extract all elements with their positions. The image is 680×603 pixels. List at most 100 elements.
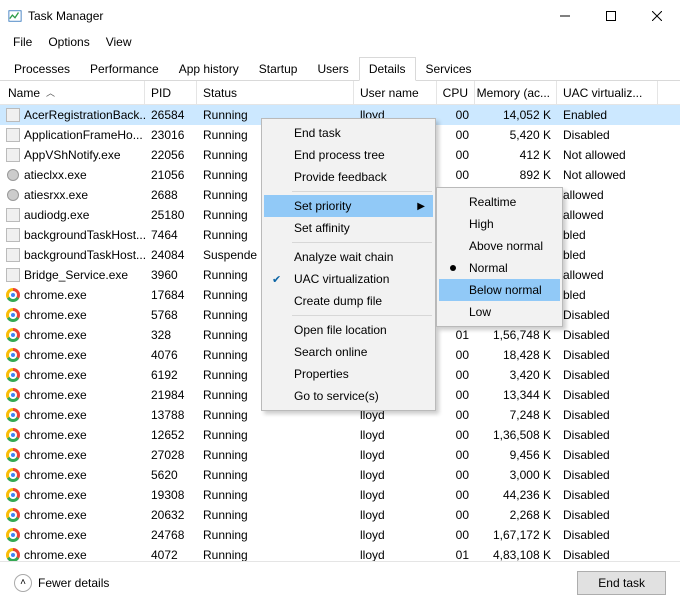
footer-bar: ˄ Fewer details End task: [0, 561, 680, 603]
tab-services[interactable]: Services: [416, 57, 482, 81]
fewer-details-button[interactable]: ˄ Fewer details: [14, 574, 109, 592]
tab-app-history[interactable]: App history: [169, 57, 249, 81]
end-task-button[interactable]: End task: [577, 571, 666, 595]
process-cpu: 00: [437, 468, 475, 482]
process-icon: [6, 228, 20, 242]
process-name: chrome.exe: [24, 428, 87, 442]
col-pid[interactable]: PID: [145, 81, 197, 104]
col-name[interactable]: Name︿: [0, 81, 145, 104]
priority-above-normal[interactable]: Above normal: [439, 235, 560, 257]
process-user: lloyd: [354, 428, 437, 442]
process-status: Running: [197, 528, 354, 542]
ctx-properties[interactable]: Properties: [264, 363, 433, 385]
process-uac: Disabled: [557, 128, 658, 142]
process-icon: [6, 108, 20, 122]
process-pid: 20632: [145, 508, 197, 522]
process-cpu: 00: [437, 448, 475, 462]
priority-normal[interactable]: Normal: [439, 257, 560, 279]
process-pid: 17684: [145, 288, 197, 302]
priority-low[interactable]: Low: [439, 301, 560, 323]
separator: [292, 191, 432, 192]
ctx-end-process-tree[interactable]: End process tree: [264, 144, 433, 166]
col-status[interactable]: Status: [197, 81, 354, 104]
process-name: chrome.exe: [24, 408, 87, 422]
process-memory: 2,268 K: [475, 508, 557, 522]
ctx-create-dump-file[interactable]: Create dump file: [264, 290, 433, 312]
process-name: chrome.exe: [24, 488, 87, 502]
tab-performance[interactable]: Performance: [80, 57, 169, 81]
col-memory[interactable]: Memory (ac...: [475, 81, 557, 104]
tab-users[interactable]: Users: [307, 57, 358, 81]
process-status: Running: [197, 548, 354, 562]
process-pid: 4076: [145, 348, 197, 362]
process-row[interactable]: chrome.exe24768Runninglloyd001,67,172 KD…: [0, 525, 680, 545]
tab-startup[interactable]: Startup: [249, 57, 308, 81]
process-pid: 5768: [145, 308, 197, 322]
process-name: chrome.exe: [24, 368, 87, 382]
process-icon: [6, 168, 20, 182]
submenu-arrow-icon: ▶: [417, 201, 425, 212]
process-pid: 12652: [145, 428, 197, 442]
process-cpu: 00: [437, 528, 475, 542]
process-user: lloyd: [354, 528, 437, 542]
process-row[interactable]: chrome.exe5620Runninglloyd003,000 KDisab…: [0, 465, 680, 485]
process-memory: 3,000 K: [475, 468, 557, 482]
ctx-provide-feedback[interactable]: Provide feedback: [264, 166, 433, 188]
process-icon: [6, 368, 20, 382]
process-pid: 25180: [145, 208, 197, 222]
priority-below-normal[interactable]: Below normal: [439, 279, 560, 301]
process-name: chrome.exe: [24, 388, 87, 402]
process-status: Running: [197, 448, 354, 462]
priority-realtime[interactable]: Realtime: [439, 191, 560, 213]
process-pid: 13788: [145, 408, 197, 422]
ctx-uac-virtualization[interactable]: ✔UAC virtualization: [264, 268, 433, 290]
process-pid: 19308: [145, 488, 197, 502]
process-user: lloyd: [354, 448, 437, 462]
process-row[interactable]: chrome.exe20632Runninglloyd002,268 KDisa…: [0, 505, 680, 525]
process-user: lloyd: [354, 548, 437, 562]
process-pid: 27028: [145, 448, 197, 462]
separator: [292, 315, 432, 316]
process-row[interactable]: chrome.exe12652Runninglloyd001,36,508 KD…: [0, 425, 680, 445]
menu-bar: File Options View: [0, 31, 680, 52]
tab-details[interactable]: Details: [359, 57, 416, 81]
ctx-go-to-services[interactable]: Go to service(s): [264, 385, 433, 407]
process-uac: Disabled: [557, 488, 658, 502]
process-row[interactable]: chrome.exe19308Runninglloyd0044,236 KDis…: [0, 485, 680, 505]
ctx-set-affinity[interactable]: Set affinity: [264, 217, 433, 239]
process-icon: [6, 288, 20, 302]
ctx-search-online[interactable]: Search online: [264, 341, 433, 363]
maximize-button[interactable]: [588, 0, 634, 31]
col-cpu[interactable]: CPU: [437, 81, 475, 104]
process-uac: allowed: [557, 188, 658, 202]
menu-options[interactable]: Options: [41, 33, 96, 51]
ctx-open-file-location[interactable]: Open file location: [264, 319, 433, 341]
process-memory: 18,428 K: [475, 348, 557, 362]
process-status: Running: [197, 468, 354, 482]
process-name: chrome.exe: [24, 548, 87, 562]
col-uac[interactable]: UAC virtualiz...: [557, 81, 658, 104]
process-name: chrome.exe: [24, 328, 87, 342]
process-memory: 7,248 K: [475, 408, 557, 422]
process-icon: [6, 188, 20, 202]
process-row[interactable]: chrome.exe4072Runninglloyd014,83,108 KDi…: [0, 545, 680, 562]
process-cpu: 00: [437, 428, 475, 442]
priority-high[interactable]: High: [439, 213, 560, 235]
minimize-button[interactable]: [542, 0, 588, 31]
process-name: backgroundTaskHost...: [24, 248, 145, 262]
col-username[interactable]: User name: [354, 81, 437, 104]
process-uac: Not allowed: [557, 168, 658, 182]
process-icon: [6, 488, 20, 502]
close-button[interactable]: [634, 0, 680, 31]
menu-file[interactable]: File: [6, 33, 39, 51]
process-row[interactable]: chrome.exe27028Runninglloyd009,456 KDisa…: [0, 445, 680, 465]
menu-view[interactable]: View: [99, 33, 139, 51]
fewer-details-label: Fewer details: [38, 576, 109, 590]
ctx-set-priority[interactable]: Set priority▶: [264, 195, 433, 217]
process-cpu: 01: [437, 548, 475, 562]
process-uac: Disabled: [557, 328, 658, 342]
ctx-end-task[interactable]: End task: [264, 122, 433, 144]
tab-processes[interactable]: Processes: [4, 57, 80, 81]
ctx-analyze-wait-chain[interactable]: Analyze wait chain: [264, 246, 433, 268]
process-user: lloyd: [354, 508, 437, 522]
